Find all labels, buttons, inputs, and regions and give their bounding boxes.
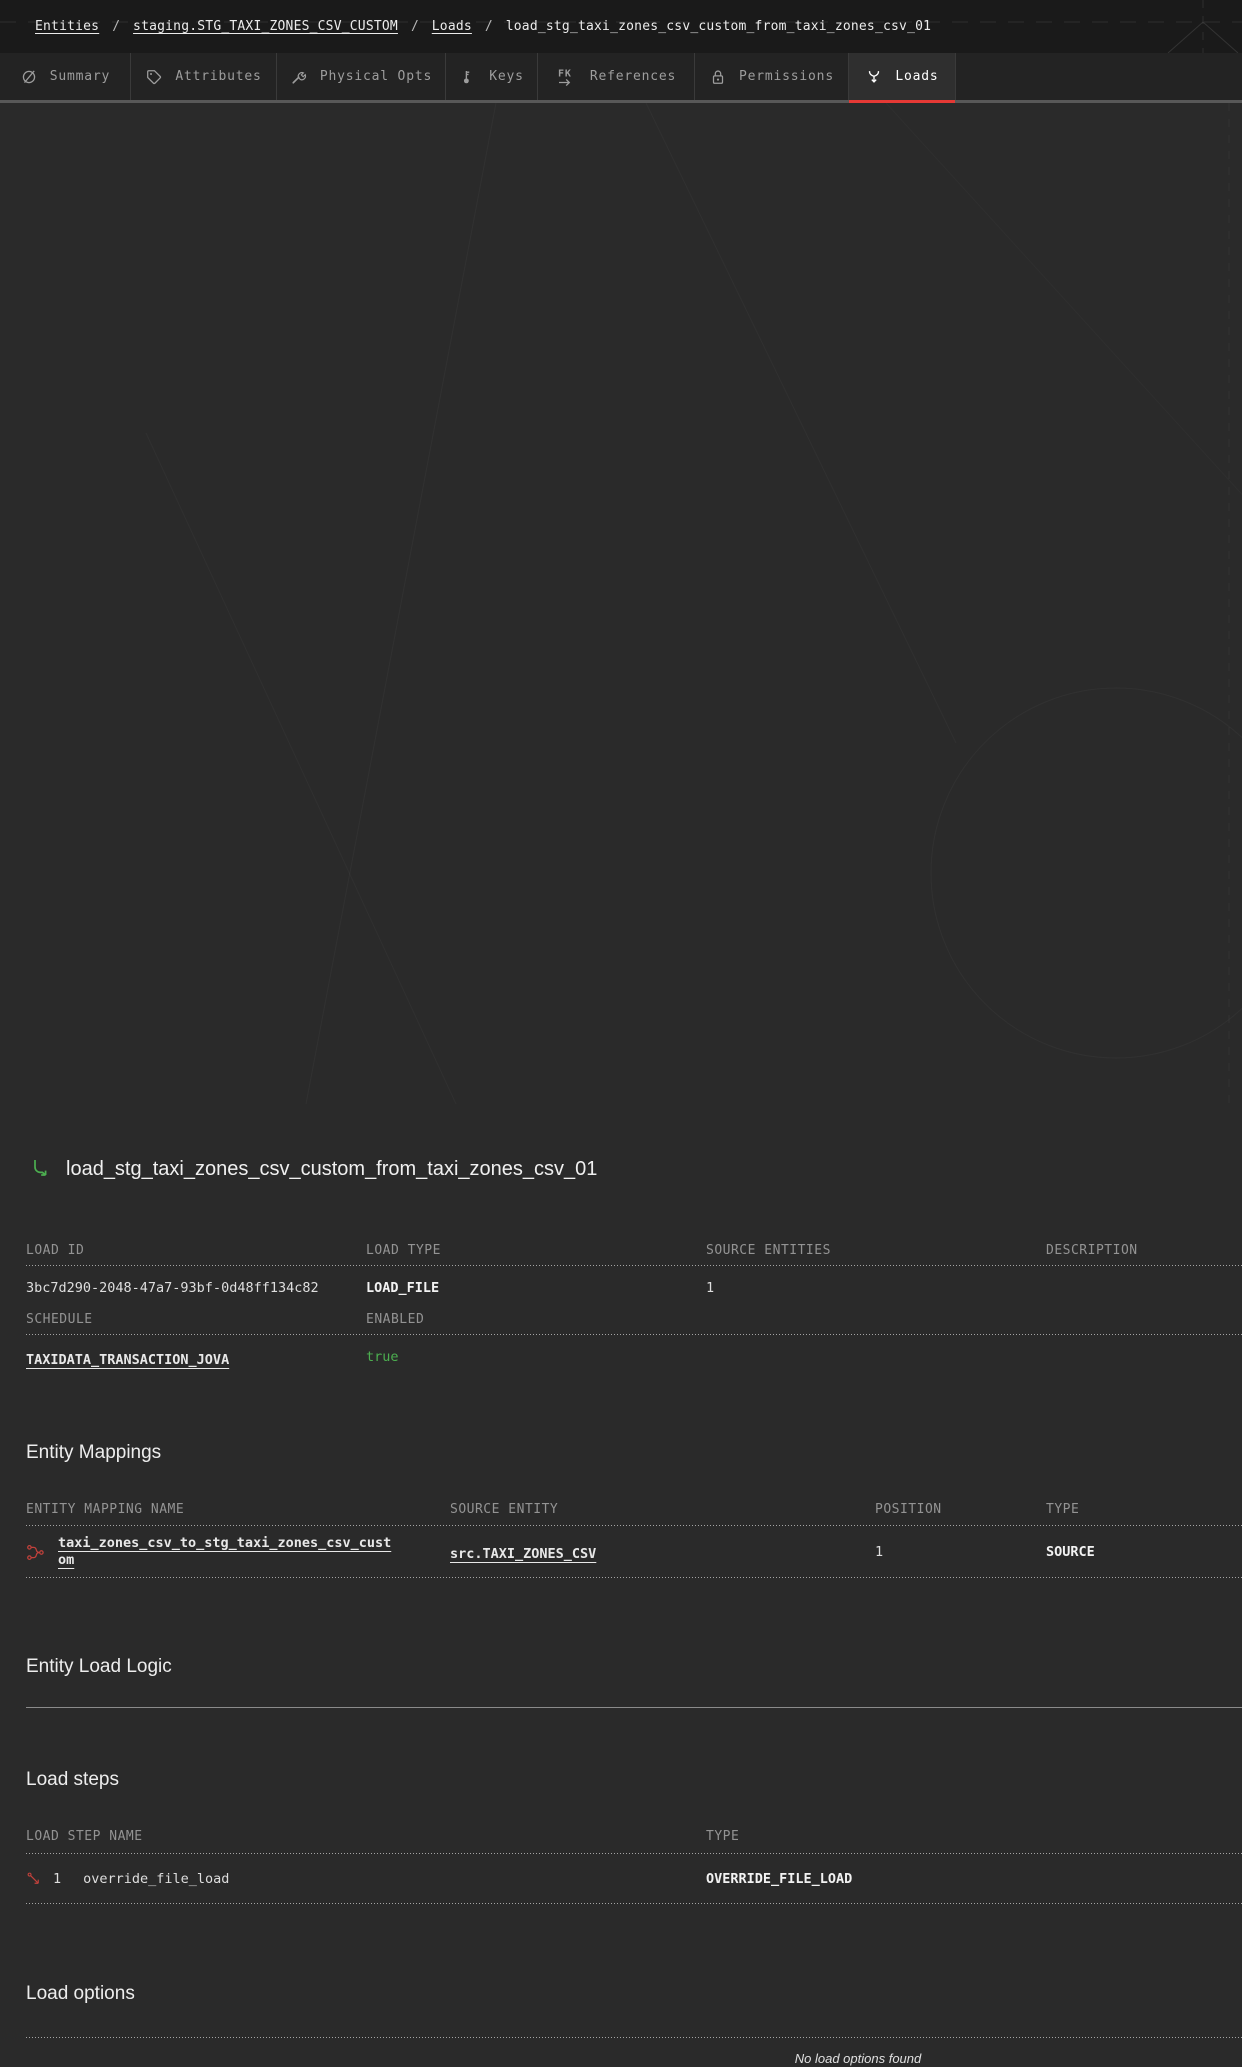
lock-icon	[709, 68, 727, 86]
merge-down-icon	[865, 68, 883, 86]
tab-label: Physical Opts	[320, 69, 432, 84]
mapping-fork-icon	[26, 1543, 45, 1562]
foreign-key-icon: FK	[556, 67, 578, 87]
load-type-value: LOAD_FILE	[366, 1280, 706, 1296]
load-steps-title: Load steps	[26, 1769, 1242, 1791]
main-content: load_stg_taxi_zones_csv_custom_from_taxi…	[0, 103, 1242, 2067]
entity-mapping-name-link[interactable]: taxi_zones_csv_to_stg_taxi_zones_csv_cus…	[58, 1535, 394, 1569]
load-type-label: LOAD TYPE	[366, 1243, 706, 1258]
load-step-type: OVERRIDE_FILE_LOAD	[706, 1871, 1242, 1887]
load-details-value-row-2: TAXIDATA_TRANSACTION_JOVA true	[26, 1335, 1242, 1384]
load-step-index: 1	[53, 1871, 61, 1887]
tab-keys[interactable]: Keys	[446, 53, 538, 100]
enabled-label: ENABLED	[366, 1312, 706, 1327]
tab-loads[interactable]: Loads	[849, 53, 956, 100]
svg-text:FK: FK	[558, 68, 572, 79]
breadcrumb-entity[interactable]: staging.STG_TAXI_ZONES_CSV_CUSTOM	[133, 19, 398, 34]
wrench-icon	[290, 68, 308, 86]
load-steps-section: Load steps LOAD STEP NAME TYPE 1 overrid…	[26, 1769, 1242, 1904]
tab-label: Loads	[895, 69, 938, 84]
load-details-table: LOAD ID LOAD TYPE SOURCE ENTITIES DESCRI…	[26, 1243, 1242, 1384]
page-title: load_stg_taxi_zones_csv_custom_from_taxi…	[66, 1158, 597, 1181]
type-label: TYPE	[1046, 1502, 1242, 1517]
entity-load-logic-title: Entity Load Logic	[26, 1656, 1242, 1678]
page-header: load_stg_taxi_zones_csv_custom_from_taxi…	[26, 1156, 1242, 1182]
load-options-empty-message: No load options found	[795, 2051, 921, 2066]
source-entities-value: 1	[706, 1280, 1046, 1296]
source-entities-label: SOURCE ENTITIES	[706, 1243, 1046, 1258]
source-entity-label: SOURCE ENTITY	[450, 1502, 875, 1517]
entity-mapping-row: taxi_zones_csv_to_stg_taxi_zones_csv_cus…	[26, 1526, 1242, 1578]
schedule-label: SCHEDULE	[26, 1312, 366, 1327]
key-icon	[459, 68, 477, 86]
source-entity-link[interactable]: src.TAXI_ZONES_CSV	[450, 1546, 596, 1562]
entity-mappings-header-row: ENTITY MAPPING NAME SOURCE ENTITY POSITI…	[26, 1502, 1242, 1526]
entity-mappings-title: Entity Mappings	[26, 1442, 1242, 1464]
tab-label: References	[590, 69, 676, 84]
content-background-pattern	[26, 103, 1242, 1104]
tab-physical-opts[interactable]: Physical Opts	[277, 53, 446, 100]
load-id-label: LOAD ID	[26, 1243, 366, 1258]
load-step-name: override_file_load	[83, 1871, 229, 1887]
tab-label: Summary	[50, 69, 110, 84]
entity-load-logic-divider	[26, 1707, 1242, 1708]
entity-mappings-section: Entity Mappings ENTITY MAPPING NAME SOUR…	[26, 1442, 1242, 1578]
breadcrumb-bar: Entities / staging.STG_TAXI_ZONES_CSV_CU…	[0, 0, 1242, 53]
breadcrumb-entities[interactable]: Entities	[35, 19, 99, 34]
breadcrumb-loads[interactable]: Loads	[432, 19, 472, 34]
position-label: POSITION	[875, 1502, 1046, 1517]
load-step-name-label: LOAD STEP NAME	[26, 1829, 706, 1844]
load-step-type-label: TYPE	[706, 1829, 1242, 1844]
position-value: 1	[875, 1544, 1046, 1560]
tab-attributes[interactable]: Attributes	[131, 53, 277, 100]
description-label: DESCRIPTION	[1046, 1243, 1242, 1258]
tab-summary[interactable]: Summary	[0, 53, 131, 100]
load-details-header-row-1: LOAD ID LOAD TYPE SOURCE ENTITIES DESCRI…	[26, 1243, 1242, 1266]
load-details-header-row-2: SCHEDULE ENABLED	[26, 1312, 1242, 1335]
breadcrumb: Entities / staging.STG_TAXI_ZONES_CSV_CU…	[35, 19, 931, 34]
load-options-title: Load options	[26, 1983, 1242, 2005]
tab-label: Keys	[489, 69, 524, 84]
tag-icon	[145, 68, 163, 86]
schedule-link[interactable]: TAXIDATA_TRANSACTION_JOVA	[26, 1352, 229, 1368]
breadcrumb-current: load_stg_taxi_zones_csv_custom_from_taxi…	[506, 19, 931, 34]
enabled-value: true	[366, 1349, 706, 1368]
mapping-type-value: SOURCE	[1046, 1544, 1242, 1560]
summary-icon	[20, 68, 38, 86]
load-details-value-row-1: 3bc7d290-2048-47a7-93bf-0d48ff134c82 LOA…	[26, 1266, 1242, 1312]
tab-label: Attributes	[175, 69, 261, 84]
load-id-value: 3bc7d290-2048-47a7-93bf-0d48ff134c82	[26, 1280, 366, 1296]
tab-permissions[interactable]: Permissions	[695, 53, 849, 100]
tab-label: Permissions	[739, 69, 834, 84]
breadcrumb-separator: /	[485, 19, 493, 34]
load-options-body: No load options found	[26, 2037, 1242, 2067]
load-options-section: Load options No load options found	[26, 1983, 1242, 2067]
entity-load-logic-section: Entity Load Logic	[26, 1656, 1242, 1708]
step-arrow-icon	[26, 1871, 43, 1888]
breadcrumb-separator: /	[411, 19, 419, 34]
description-value	[1046, 1280, 1242, 1296]
tab-bar: Summary Attributes Physical Opts Keys FK…	[0, 53, 1242, 103]
load-step-row: 1 override_file_load OVERRIDE_FILE_LOAD	[26, 1854, 1242, 1904]
tab-references[interactable]: FK References	[538, 53, 695, 100]
entity-mapping-name-label: ENTITY MAPPING NAME	[26, 1502, 450, 1517]
load-steps-header-row: LOAD STEP NAME TYPE	[26, 1829, 1242, 1854]
breadcrumb-separator: /	[112, 19, 120, 34]
load-arrow-icon	[26, 1156, 52, 1182]
